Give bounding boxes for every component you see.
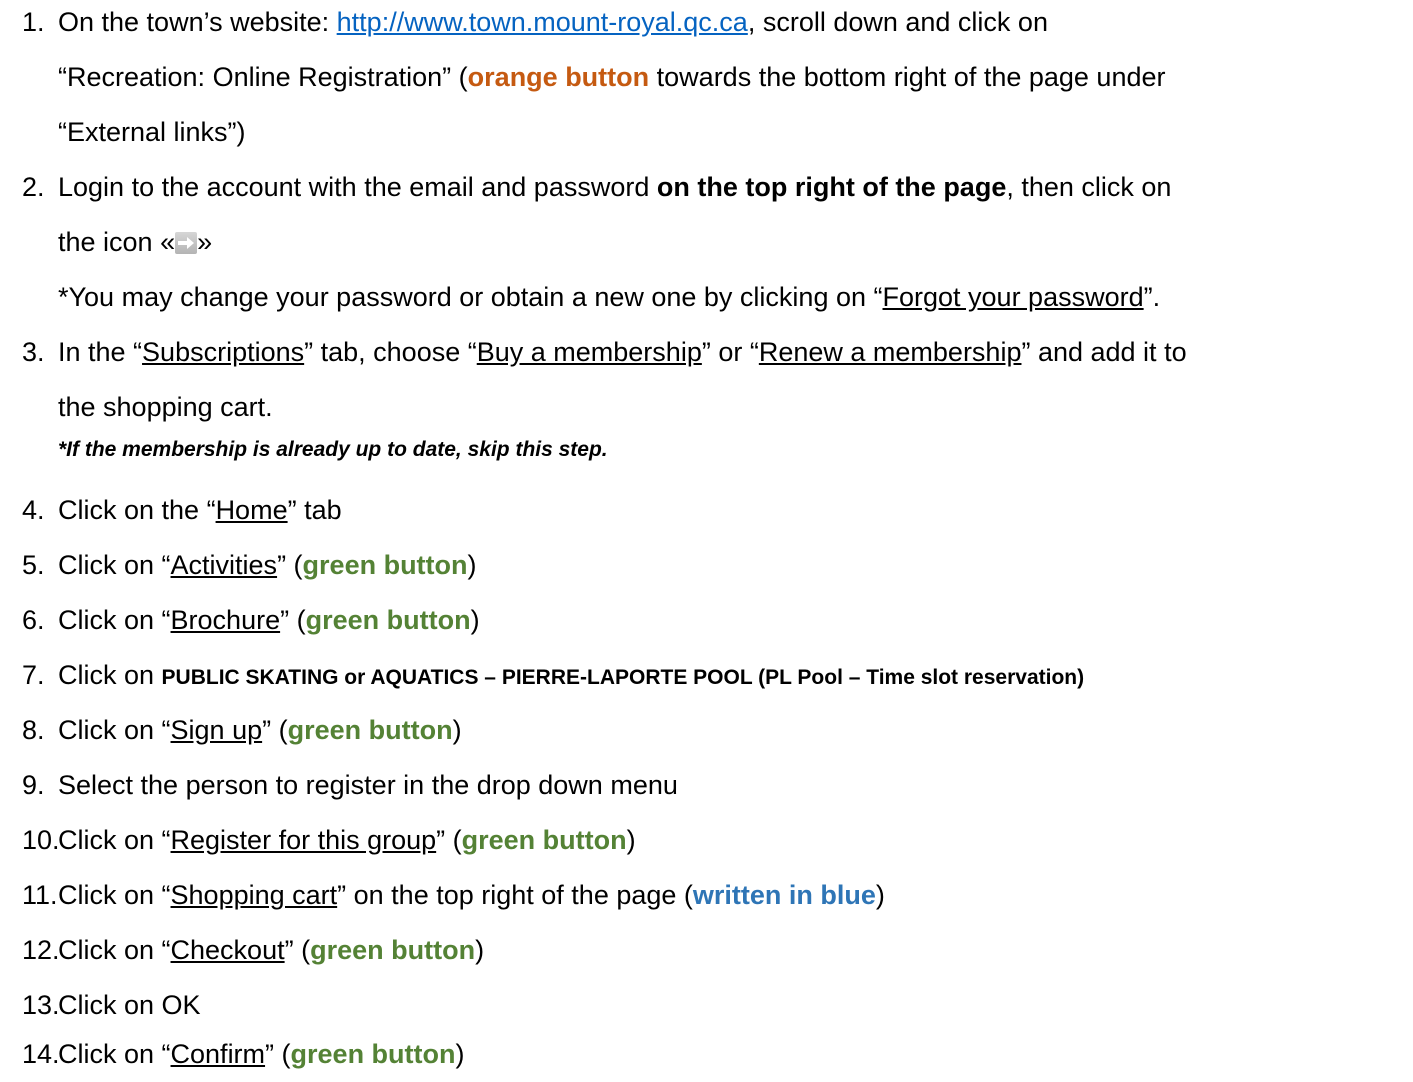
blue-text-label: written in blue <box>692 880 876 910</box>
step-text: *You may change your password or obtain … <box>58 282 883 312</box>
green-button-label: green button <box>287 715 453 745</box>
step-text: Click on “ <box>58 825 171 855</box>
step-text: , then click on <box>1006 172 1172 202</box>
step-text: Click on the “ <box>58 495 216 525</box>
step-text: ) <box>875 880 885 910</box>
step-number: 7. <box>22 660 45 690</box>
step-text: ) <box>455 1039 465 1069</box>
step-text: ” tab, choose “ <box>304 337 477 367</box>
step-text: ” ( <box>436 825 462 855</box>
step-text: “External links”) <box>58 117 246 147</box>
step-text: Click on <box>58 660 162 690</box>
step-text: Click on “ <box>58 935 171 965</box>
step-text: ) <box>452 715 462 745</box>
top-right-emphasis: on the top right of the page <box>656 172 1007 202</box>
step-text: Click on “ <box>58 715 171 745</box>
step-text: ) <box>467 550 477 580</box>
step-text: ) <box>626 825 636 855</box>
step-text: ” ( <box>284 935 311 965</box>
green-button-label: green button <box>290 1039 456 1069</box>
step-text: Login to the account with the email and … <box>58 172 657 202</box>
step-text: the icon « <box>58 227 176 257</box>
step-number: 10. <box>22 825 60 855</box>
register-group-ref: Register for this group <box>170 825 437 855</box>
step-text: ) <box>475 935 485 965</box>
step-text: ” ( <box>277 550 303 580</box>
step-text: Click on OK <box>58 990 201 1020</box>
step-text: On the town’s website: <box>58 7 337 37</box>
step-number: 14. <box>22 1039 60 1069</box>
step-number: 3. <box>22 337 45 367</box>
home-tab-ref: Home <box>215 495 288 525</box>
step-number: 1. <box>22 7 45 37</box>
step-text: ) <box>470 605 480 635</box>
step-text: towards the bottom right of the page und… <box>649 62 1166 92</box>
green-button-label: green button <box>305 605 471 635</box>
step-number: 4. <box>22 495 45 525</box>
step-text: ”. <box>1143 282 1161 312</box>
activity-names: PUBLIC SKATING or AQUATICS – PIERRE-LAPO… <box>161 666 1085 689</box>
step-number: 5. <box>22 550 45 580</box>
step-text: ” and add it to <box>1021 337 1187 367</box>
confirm-ref: Confirm <box>170 1039 266 1069</box>
orange-button-label: orange button <box>467 62 650 92</box>
step-text: ” ( <box>265 1039 291 1069</box>
step-text: , scroll down and click on <box>747 7 1048 37</box>
step-text: » <box>197 227 213 257</box>
shopping-cart-ref: Shopping cart <box>170 880 338 910</box>
green-button-label: green button <box>310 935 476 965</box>
step-text: Click on “ <box>58 605 171 635</box>
step-number: 12. <box>22 935 60 965</box>
step-text: ” ( <box>280 605 306 635</box>
step-text: Click on “ <box>58 550 171 580</box>
arrow-right-icon <box>175 232 198 254</box>
brochure-ref: Brochure <box>170 605 281 635</box>
instructions-document: 1. On the town’s website: http://www.tow… <box>0 0 1413 1080</box>
step-text: Select the person to register in the dro… <box>58 770 678 800</box>
subscriptions-tab-ref: Subscriptions <box>142 337 305 367</box>
green-button-label: green button <box>461 825 627 855</box>
checkout-ref: Checkout <box>170 935 285 965</box>
step-text: ” ( <box>262 715 288 745</box>
step-number: 11. <box>22 880 58 910</box>
town-website-link[interactable]: http://www.town.mount-royal.qc.ca <box>337 7 748 37</box>
green-button-label: green button <box>302 550 468 580</box>
step-number: 2. <box>22 172 45 202</box>
buy-membership-ref: Buy a membership <box>476 337 702 367</box>
activities-ref: Activities <box>170 550 278 580</box>
renew-membership-ref: Renew a membership <box>758 337 1022 367</box>
step-text: ” tab <box>287 495 342 525</box>
step-text: Click on “ <box>58 1039 171 1069</box>
step-text: ” or “ <box>701 337 759 367</box>
membership-note: *If the membership is already up to date… <box>58 438 608 461</box>
step-number: 6. <box>22 605 45 635</box>
step-text: Click on “ <box>58 880 171 910</box>
step-text: ” on the top right of the page ( <box>337 880 693 910</box>
step-number: 13. <box>22 990 60 1020</box>
step-number: 8. <box>22 715 45 745</box>
forgot-password-link: Forgot your password <box>882 282 1144 312</box>
step-text: “Recreation: Online Registration” ( <box>58 62 468 92</box>
step-text: In the “ <box>58 337 143 367</box>
step-number: 9. <box>22 770 45 800</box>
sign-up-ref: Sign up <box>170 715 263 745</box>
